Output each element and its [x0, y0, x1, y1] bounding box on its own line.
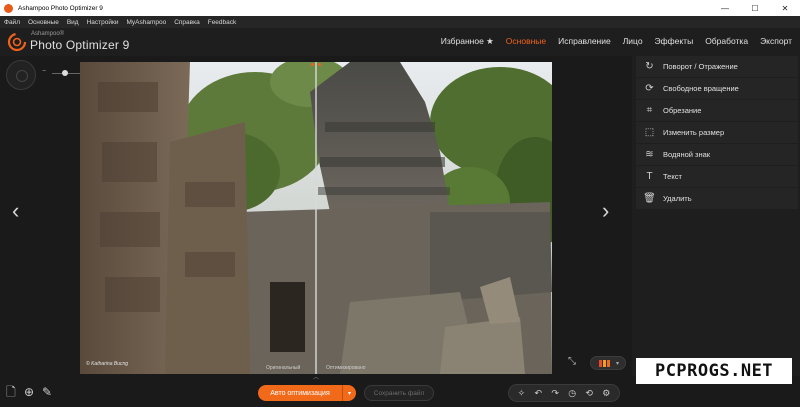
- menu-settings[interactable]: Настройки: [87, 19, 119, 26]
- menu-bar: Файл Основные Вид Настройки MyAshampoo С…: [0, 16, 800, 28]
- history-icon[interactable]: ◷: [568, 388, 576, 399]
- tab-bar: Избранное ★ Основные Исправление Лицо Эф…: [429, 36, 792, 47]
- menu-myashampoo[interactable]: MyAshampoo: [126, 19, 166, 26]
- ashampoo-logo-icon: [7, 32, 27, 52]
- expand-handle-icon[interactable]: ︿: [310, 375, 322, 381]
- window-title: Ashampoo Photo Optimizer 9: [18, 4, 103, 12]
- original-label: Оригинальный: [266, 365, 301, 371]
- title-bar: Ashampoo Photo Optimizer 9 — ☐ ✕: [0, 0, 800, 16]
- undo-icon[interactable]: ↶: [535, 388, 543, 399]
- menu-file[interactable]: Файл: [4, 19, 20, 26]
- minimize-button[interactable]: —: [710, 0, 740, 16]
- maximize-button[interactable]: ☐: [740, 0, 770, 16]
- settings-gear-icon[interactable]: ⚙: [602, 388, 610, 399]
- menu-help[interactable]: Справка: [174, 19, 200, 26]
- next-image-icon[interactable]: ›: [602, 200, 609, 222]
- tool-free-rotate[interactable]: ⟳ Свободное вращение: [636, 78, 798, 99]
- chevron-down-icon[interactable]: ▾: [342, 385, 356, 401]
- divider-handle-icon[interactable]: [311, 62, 321, 68]
- window-controls: — ☐ ✕: [710, 0, 800, 16]
- auto-optimize-button[interactable]: Авто оптимизация ▾: [258, 385, 356, 401]
- tab-face[interactable]: Лицо: [623, 36, 643, 47]
- compare-view-icon: [599, 359, 610, 367]
- open-file-icon[interactable]: 🗋: [4, 385, 18, 399]
- tool-crop[interactable]: ⌗ Обрезание: [636, 100, 798, 121]
- tool-resize[interactable]: ⬚ Изменить размер: [636, 122, 798, 143]
- save-file-button[interactable]: Сохранить файл: [364, 385, 434, 401]
- tab-favorites[interactable]: Избранное ★: [441, 36, 494, 47]
- tool-watermark[interactable]: ≋ Водяной знак: [636, 144, 798, 165]
- trash-icon: 🗑: [643, 193, 656, 204]
- previous-image-icon[interactable]: ‹: [12, 200, 19, 222]
- site-watermark: PCPROGS.NET: [636, 358, 792, 384]
- tool-rotate-flip[interactable]: ↻ Поворот / Отражение: [636, 56, 798, 77]
- tab-export[interactable]: Экспорт: [760, 36, 792, 47]
- menu-view[interactable]: Вид: [67, 19, 79, 26]
- tab-effects[interactable]: Эффекты: [655, 36, 694, 47]
- rotate-icon: ↻: [645, 61, 654, 72]
- magic-wand-icon[interactable]: ✧: [518, 388, 526, 399]
- text-icon: T: [646, 171, 653, 182]
- brush-icon[interactable]: ✎: [40, 385, 54, 399]
- tool-delete[interactable]: 🗑 Удалить: [636, 188, 798, 209]
- tool-text[interactable]: T Текст: [636, 166, 798, 187]
- photo-copyright: © Katharina Bucng: [86, 361, 129, 367]
- brand-small: Ashampoo®: [31, 31, 65, 37]
- compare-divider[interactable]: [315, 62, 317, 374]
- tab-processing[interactable]: Обработка: [705, 36, 748, 47]
- tab-correction[interactable]: Исправление: [558, 36, 611, 47]
- optimized-label: Оптимизировано: [326, 365, 366, 371]
- tools-panel: ↻ Поворот / Отражение ⟳ Свободное вращен…: [632, 56, 800, 376]
- tab-basic[interactable]: Основные: [506, 36, 546, 47]
- menu-basic[interactable]: Основные: [28, 19, 59, 26]
- compare-view-button[interactable]: ▾: [590, 356, 626, 370]
- resize-icon: ⬚: [644, 127, 655, 138]
- navigation-pad[interactable]: [6, 60, 36, 90]
- revert-icon[interactable]: ⟲: [585, 388, 593, 399]
- close-button[interactable]: ✕: [770, 0, 800, 16]
- collapse-icon[interactable]: ⤡: [568, 356, 582, 370]
- edit-tools-group: ✧ ↶ ↷ ◷ ⟲ ⚙: [508, 384, 620, 402]
- redo-icon[interactable]: ↷: [551, 388, 559, 399]
- watermark-icon: ≋: [645, 149, 654, 160]
- zoom-out-icon[interactable]: −: [42, 68, 46, 75]
- chevron-down-icon: ▾: [616, 360, 620, 367]
- app-header: Ashampoo® Photo Optimizer 9 Избранное ★ …: [0, 28, 800, 56]
- app-icon: [4, 3, 13, 13]
- crop-icon: ⌗: [646, 105, 653, 116]
- zoom-slider-knob[interactable]: [62, 70, 68, 76]
- add-file-icon[interactable]: ⊕: [22, 385, 36, 399]
- menu-feedback[interactable]: Feedback: [208, 19, 237, 26]
- brand-title: Photo Optimizer 9: [30, 38, 130, 52]
- free-rotate-icon: ⟳: [645, 83, 654, 94]
